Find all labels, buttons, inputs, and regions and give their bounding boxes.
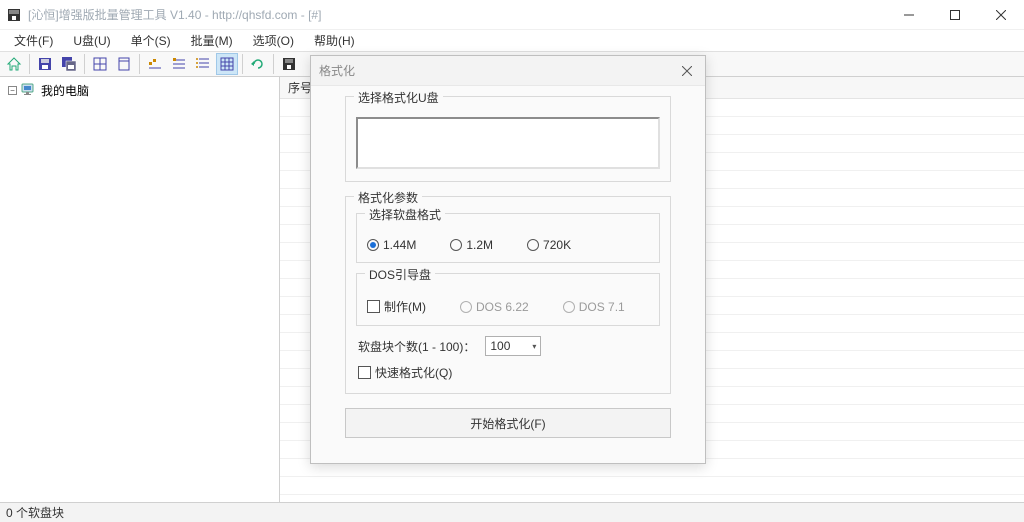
menu-batch[interactable]: 批量(M) [181, 30, 243, 51]
radio-dos622-label: DOS 6.22 [476, 300, 529, 314]
select-disk-legend: 选择格式化U盘 [354, 89, 443, 106]
toolbar-save-all-button[interactable] [58, 53, 80, 75]
chevron-down-icon: ▾ [532, 342, 536, 351]
toolbar-sep [242, 54, 243, 74]
floppy-format-fieldset: 选择软盘格式 1.44M 1.2M 720K [356, 213, 660, 263]
dialog-title: 格式化 [319, 62, 677, 79]
dos-boot-fieldset: DOS引导盘 制作(M) DOS 6.22 DOS 7.1 [356, 273, 660, 326]
floppy-format-legend: 选择软盘格式 [365, 206, 445, 223]
tree-root-label: 我的电脑 [41, 82, 89, 99]
radio-dot-icon [563, 301, 575, 313]
menu-help[interactable]: 帮助(H) [304, 30, 365, 51]
quick-format-checkbox[interactable]: 快速格式化(Q) [358, 364, 660, 381]
toolbar-tool2-button[interactable] [168, 53, 190, 75]
radio-dot-icon [450, 239, 462, 251]
radio-12m-label: 1.2M [466, 238, 493, 252]
block-count-label: 软盘块个数(1 - 100)： [358, 338, 475, 355]
radio-720k[interactable]: 720K [527, 238, 571, 252]
radio-dos622: DOS 6.22 [460, 300, 529, 314]
maximize-button[interactable] [932, 0, 978, 29]
dialog-close-button[interactable] [677, 61, 697, 81]
start-format-button[interactable]: 开始格式化(F) [345, 408, 671, 438]
menubar: 文件(F) U盘(U) 单个(S) 批量(M) 选项(O) 帮助(H) [0, 30, 1024, 51]
computer-icon [21, 82, 37, 99]
toolbar-home-button[interactable] [3, 53, 25, 75]
status-text: 0 个软盘块 [6, 504, 64, 521]
toolbar-refresh-button[interactable] [247, 53, 269, 75]
close-button[interactable] [978, 0, 1024, 29]
toolbar-sep [29, 54, 30, 74]
window-titlebar: [沁恒]增强版批量管理工具 V1.40 - http://qhsfd.com -… [0, 0, 1024, 30]
toolbar-tool4-button[interactable] [216, 53, 238, 75]
format-dialog: 格式化 选择格式化U盘 格式化参数 选择软盘格式 1.44M 1. [310, 55, 706, 464]
radio-dos71: DOS 7.1 [563, 300, 625, 314]
radio-dot-icon [367, 239, 379, 251]
block-count-value: 100 [490, 339, 510, 353]
toolbar-sheet-button[interactable] [113, 53, 135, 75]
dialog-titlebar[interactable]: 格式化 [311, 56, 705, 86]
window-controls [886, 0, 1024, 29]
toolbar-tool1-button[interactable] [144, 53, 166, 75]
radio-dot-icon [527, 239, 539, 251]
window-title: [沁恒]增强版批量管理工具 V1.40 - http://qhsfd.com -… [28, 6, 886, 23]
toolbar-sep [139, 54, 140, 74]
radio-720k-label: 720K [543, 238, 571, 252]
toolbar-save-button[interactable] [34, 53, 56, 75]
status-bar: 0 个软盘块 [0, 502, 1024, 522]
quick-format-label: 快速格式化(Q) [375, 364, 452, 381]
radio-12m[interactable]: 1.2M [450, 238, 493, 252]
toolbar-tool3-button[interactable] [192, 53, 214, 75]
toolbar-sep [84, 54, 85, 74]
select-disk-fieldset: 选择格式化U盘 [345, 96, 671, 182]
toolbar-disk-button[interactable] [278, 53, 300, 75]
toolbar-sep [273, 54, 274, 74]
list-row [280, 477, 1024, 495]
format-params-legend: 格式化参数 [354, 189, 422, 206]
tree-root-item[interactable]: − 我的电脑 [6, 81, 273, 100]
menu-single[interactable]: 单个(S) [121, 30, 181, 51]
toolbar-grid-button[interactable] [89, 53, 111, 75]
checkbox-box-icon [367, 300, 380, 313]
block-count-combo[interactable]: 100 ▾ [485, 336, 541, 356]
tree-panel: − 我的电脑 [0, 77, 280, 502]
checkbox-box-icon [358, 366, 371, 379]
make-checkbox[interactable]: 制作(M) [367, 298, 426, 315]
dos-boot-legend: DOS引导盘 [365, 266, 435, 283]
menu-udisk[interactable]: U盘(U) [63, 30, 120, 51]
radio-144m[interactable]: 1.44M [367, 238, 416, 252]
radio-144m-label: 1.44M [383, 238, 416, 252]
app-icon [6, 7, 22, 23]
radio-dot-icon [460, 301, 472, 313]
format-params-fieldset: 格式化参数 选择软盘格式 1.44M 1.2M 720K [345, 196, 671, 394]
tree-collapse-icon[interactable]: − [8, 86, 17, 95]
radio-dos71-label: DOS 7.1 [579, 300, 625, 314]
make-checkbox-label: 制作(M) [384, 298, 426, 315]
disk-listbox[interactable] [356, 117, 660, 169]
minimize-button[interactable] [886, 0, 932, 29]
block-count-row: 软盘块个数(1 - 100)： 100 ▾ [358, 336, 660, 356]
menu-options[interactable]: 选项(O) [243, 30, 304, 51]
start-format-label: 开始格式化(F) [470, 415, 545, 432]
dialog-body: 选择格式化U盘 格式化参数 选择软盘格式 1.44M 1.2M [311, 86, 705, 450]
menu-file[interactable]: 文件(F) [4, 30, 63, 51]
